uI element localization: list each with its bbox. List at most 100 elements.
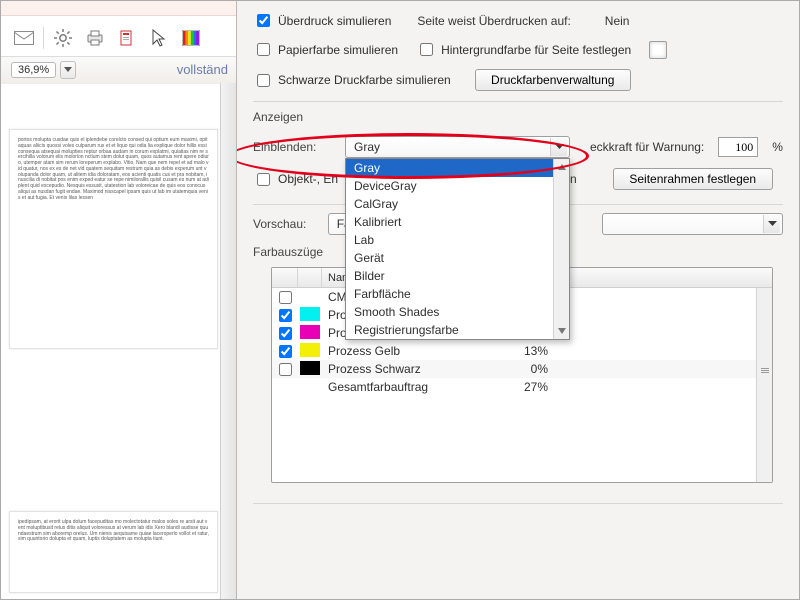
color-swatch (300, 361, 320, 375)
dropdown-option[interactable]: DeviceGray (346, 177, 569, 195)
blackink-input[interactable] (257, 74, 270, 87)
table-row[interactable]: Prozess Gelb13% (272, 342, 772, 360)
zoom-row: 36,9% vollständ (1, 56, 236, 84)
left-attention-strip (1, 1, 236, 16)
black-ink-row: Schwarze Druckfarbe simulieren Druckfarb… (253, 69, 783, 91)
cursor-icon[interactable] (146, 26, 172, 50)
objekt-label: Objekt-, En (278, 172, 338, 186)
thumb-filler-text-2: ipedipsam, at erorit ulpa dolum facepudi… (10, 512, 217, 551)
objekt-checkbox[interactable]: Objekt-, En (253, 170, 338, 189)
fit-label[interactable]: vollständ (177, 62, 228, 77)
page-thumbnail-2[interactable]: ipedipsam, at erorit ulpa dolum facepudi… (9, 511, 218, 593)
chevron-down-icon[interactable] (763, 215, 780, 233)
pagebackground-checkbox[interactable]: Hintergrundfarbe für Seite festlegen (416, 40, 631, 59)
row-swatch-cell (298, 379, 322, 395)
row-name: Prozess Gelb (322, 344, 502, 358)
row-swatch-cell (298, 289, 322, 305)
zoom-dropdown-button[interactable] (60, 61, 76, 79)
einblenden-row: Einblenden: Gray GrayDeviceGrayCalGrayKa… (253, 136, 783, 158)
overprint-simulate-input[interactable] (257, 14, 270, 27)
print-icon[interactable] (82, 26, 108, 50)
einblenden-dropdown[interactable]: GrayDeviceGrayCalGrayKalibriertLabGerätB… (345, 158, 570, 340)
chevron-down-icon[interactable] (550, 138, 567, 156)
row-checkbox-cell[interactable] (272, 360, 298, 379)
table-row[interactable]: Gesamtfarbauftrag27% (272, 378, 772, 396)
seitenrahmen-button[interactable]: Seitenrahmen festlegen (613, 168, 773, 190)
objekt-input[interactable] (257, 173, 270, 186)
einblenden-label: Einblenden: (253, 140, 325, 154)
table-row[interactable]: Prozess Schwarz0% (272, 360, 772, 378)
ink-manager-button[interactable]: Druckfarbenverwaltung (475, 69, 631, 91)
left-toolbar (1, 16, 236, 56)
left-pane: 36,9% vollständ portos molupta cusdae qu… (1, 1, 237, 600)
mail-icon[interactable] (11, 26, 37, 50)
objekt-tail: n (570, 172, 577, 186)
row-value: 0% (502, 362, 554, 376)
row-checkbox[interactable] (279, 363, 292, 376)
scrollbar-grip-icon (759, 368, 770, 374)
papercolor-label: Papierfarbe simulieren (278, 43, 398, 57)
vorschau-combo-right[interactable] (602, 213, 783, 235)
papercolor-checkbox[interactable]: Papierfarbe simulieren (253, 40, 398, 59)
opacity-percent: % (772, 140, 783, 154)
row-value: 13% (502, 344, 554, 358)
einblenden-combo-value: Gray (354, 140, 380, 154)
color-spectrum-icon[interactable] (178, 26, 204, 50)
overprint-simulate-label: Überdruck simulieren (278, 14, 391, 28)
col-header-check (272, 268, 298, 287)
separator-3 (253, 503, 783, 504)
dropdown-option[interactable]: Registrierungsfarbe (346, 321, 569, 339)
scroll-down-arrow-icon[interactable] (554, 323, 569, 339)
blackink-checkbox[interactable]: Schwarze Druckfarbe simulieren (253, 71, 451, 90)
row-checkbox-cell[interactable] (272, 306, 298, 325)
page-overprint-value: Nein (605, 14, 630, 28)
row-name: Gesamtfarbauftrag (322, 380, 502, 394)
pagebackground-label: Hintergrundfarbe für Seite festlegen (441, 43, 631, 57)
dropdown-option[interactable]: CalGray (346, 195, 569, 213)
col-header-swatch (298, 268, 322, 287)
vorschau-label: Vorschau: (253, 217, 308, 231)
row-value: 27% (502, 380, 554, 394)
dropdown-scrollbar[interactable] (553, 159, 569, 339)
row-checkbox-cell[interactable] (272, 288, 298, 307)
row-checkbox-cell[interactable] (272, 324, 298, 343)
color-swatch (300, 325, 320, 339)
pagebackground-input[interactable] (420, 43, 433, 56)
dropdown-option[interactable]: Smooth Shades (346, 303, 569, 321)
row-name: Prozess Schwarz (322, 362, 502, 376)
dropdown-option[interactable]: Kalibriert (346, 213, 569, 231)
table-scrollbar[interactable] (756, 288, 772, 482)
color-swatch (300, 307, 320, 321)
pagebackground-color-swatch[interactable] (649, 41, 667, 59)
row-swatch-cell (298, 343, 322, 359)
row-swatch-cell (298, 361, 322, 377)
deckkraft-label: eckkraft für Warnung: (590, 140, 704, 154)
zoom-value[interactable]: 36,9% (11, 62, 56, 78)
row-checkbox[interactable] (279, 345, 292, 358)
row-swatch-cell (298, 307, 322, 323)
row-checkbox[interactable] (279, 327, 292, 340)
scroll-up-arrow-icon[interactable] (554, 159, 569, 175)
page-thumbnail-1[interactable]: portos molupta cusdae quis el iplendebe … (9, 129, 218, 349)
dropdown-option[interactable]: Bilder (346, 267, 569, 285)
overprint-simulate-checkbox[interactable]: Überdruck simulieren (253, 11, 391, 30)
row-checkbox[interactable] (279, 291, 292, 304)
einblenden-combo[interactable]: Gray (345, 136, 570, 158)
paper-row: Papierfarbe simulieren Hintergrundfarbe … (253, 40, 783, 59)
dropdown-option[interactable]: Gerät (346, 249, 569, 267)
blackink-label: Schwarze Druckfarbe simulieren (278, 73, 451, 87)
separator (253, 101, 783, 102)
row-swatch-cell (298, 325, 322, 341)
opacity-input[interactable] (718, 137, 758, 157)
anzeigen-group-label: Anzeigen (253, 110, 783, 124)
left-vertical-scrollbar[interactable] (220, 83, 236, 600)
dropdown-option[interactable]: Lab (346, 231, 569, 249)
dropdown-option[interactable]: Gray (346, 159, 569, 177)
gear-icon[interactable] (50, 26, 76, 50)
row-checkbox-cell[interactable] (272, 342, 298, 361)
row-checkbox[interactable] (279, 309, 292, 322)
dropdown-option[interactable]: Farbfläche (346, 285, 569, 303)
document-preflight-icon[interactable] (114, 26, 140, 50)
color-swatch (300, 343, 320, 357)
papercolor-input[interactable] (257, 43, 270, 56)
